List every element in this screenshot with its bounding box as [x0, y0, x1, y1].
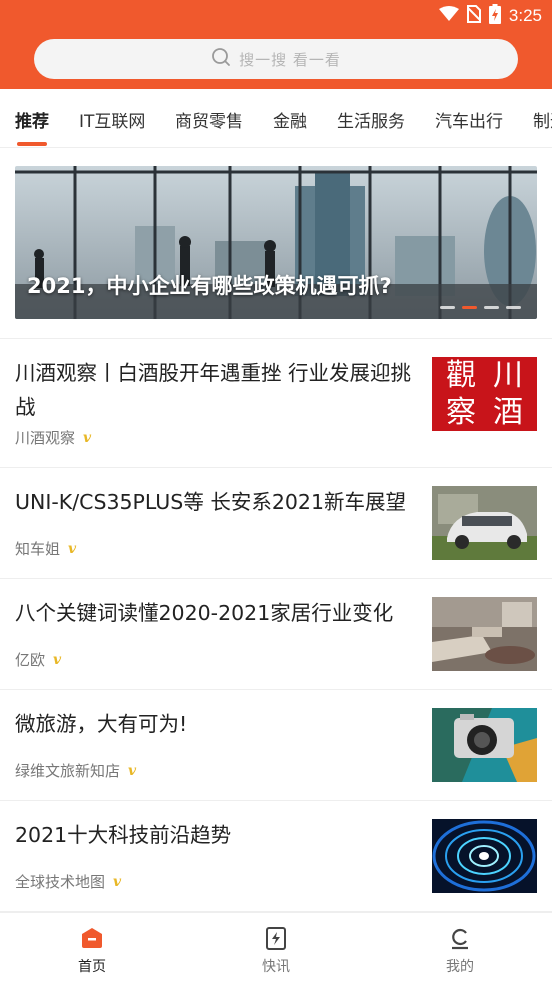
article-meta: 绿维文旅新知店 v: [15, 760, 136, 781]
article-title: UNI-K/CS35PLUS等 长安系2021新车展望: [15, 490, 407, 514]
article-title: 八个关键词读懂2020-2021家居行业变化: [15, 601, 394, 625]
tab-it-internet[interactable]: IT互联网: [79, 107, 145, 132]
banner-carousel[interactable]: 2021，中小企业有哪些政策机遇可抓?: [15, 166, 537, 319]
tab-recommend[interactable]: 推荐: [15, 107, 49, 132]
banner-title: 2021，中小企业有哪些政策机遇可抓?: [27, 274, 392, 298]
carousel-indicator: [440, 306, 521, 309]
bottom-navigation: 首页 快讯 我的: [0, 912, 552, 983]
article-source: 绿维文旅新知店: [15, 762, 121, 780]
article-thumbnail: [432, 708, 537, 782]
nav-profile-label: 我的: [446, 959, 474, 975]
article-item[interactable]: 八个关键词读懂2020-2021家居行业变化 亿欧 v: [0, 579, 552, 690]
article-thumbnail: [432, 486, 537, 560]
article-item[interactable]: 2021十大科技前沿趋势 全球技术地图 v: [0, 801, 552, 912]
thumb-char: 川: [493, 358, 523, 393]
carousel-dot: [506, 306, 521, 309]
article-source: 川酒观察: [15, 429, 76, 447]
article-meta: 川酒观察 v: [15, 427, 91, 448]
profile-icon: [447, 925, 473, 951]
tab-retail[interactable]: 商贸零售: [175, 107, 243, 132]
active-tab-indicator: [17, 142, 47, 146]
home-icon: [79, 925, 105, 951]
verified-v-icon: v: [83, 429, 92, 446]
verified-v-icon: v: [128, 762, 137, 779]
verified-v-icon: v: [68, 540, 77, 557]
article-title: 2021十大科技前沿趋势: [15, 823, 232, 847]
article-meta: 亿欧 v: [15, 649, 61, 670]
tab-life-services[interactable]: 生活服务: [337, 107, 405, 132]
tab-auto[interactable]: 汽车出行: [435, 107, 503, 132]
nav-flash-news-label: 快讯: [262, 959, 290, 975]
nav-home-label: 首页: [78, 959, 106, 975]
tab-finance[interactable]: 金融: [273, 107, 307, 132]
article-source: 亿欧: [15, 651, 46, 669]
battery-charging-icon: [488, 4, 501, 28]
thumb-char: 察: [446, 395, 476, 430]
search-input[interactable]: 搜一搜 看一看: [34, 39, 518, 79]
article-thumbnail: [432, 597, 537, 671]
thumb-char: 酒: [493, 395, 523, 430]
nav-flash-news[interactable]: 快讯: [184, 913, 368, 983]
article-thumbnail: 觀 察 川 酒: [432, 357, 537, 431]
nav-profile[interactable]: 我的: [368, 913, 552, 983]
verified-v-icon: v: [53, 651, 62, 668]
verified-v-icon: v: [113, 873, 122, 890]
category-tabs: 推荐 IT互联网 商贸零售 金融 生活服务 汽车出行 制造: [0, 89, 552, 148]
wifi-icon: [438, 6, 459, 26]
carousel-dot-active: [462, 306, 477, 309]
article-source: 知车姐: [15, 540, 61, 558]
app-header: 3:25 搜一搜 看一看: [0, 0, 552, 89]
article-item[interactable]: 微旅游，大有可为! 绿维文旅新知店 v: [0, 690, 552, 801]
no-sim-icon: [466, 5, 482, 27]
status-bar: 3:25: [438, 4, 542, 28]
search-placeholder: 搜一搜 看一看: [239, 50, 341, 69]
article-meta: 知车姐 v: [15, 538, 76, 559]
article-source: 全球技术地图: [15, 873, 106, 891]
article-title: 川酒观察丨白酒股开年遇重挫 行业发展迎挑战: [15, 361, 412, 419]
tab-manufacturing[interactable]: 制造: [533, 107, 552, 132]
status-time: 3:25: [508, 6, 542, 25]
thumb-char: 觀: [446, 358, 476, 393]
article-title: 微旅游，大有可为!: [15, 712, 188, 736]
article-item[interactable]: 川酒观察丨白酒股开年遇重挫 行业发展迎挑战 川酒观察 v 觀 察 川 酒: [0, 339, 552, 468]
article-meta: 全球技术地图 v: [15, 871, 121, 892]
article-thumbnail: [432, 819, 537, 893]
carousel-dot: [440, 306, 455, 309]
nav-home[interactable]: 首页: [0, 913, 184, 983]
carousel-dot: [484, 306, 499, 309]
search-icon: [211, 47, 231, 71]
article-item[interactable]: UNI-K/CS35PLUS等 长安系2021新车展望 知车姐 v: [0, 468, 552, 579]
flash-news-icon: [263, 925, 289, 951]
